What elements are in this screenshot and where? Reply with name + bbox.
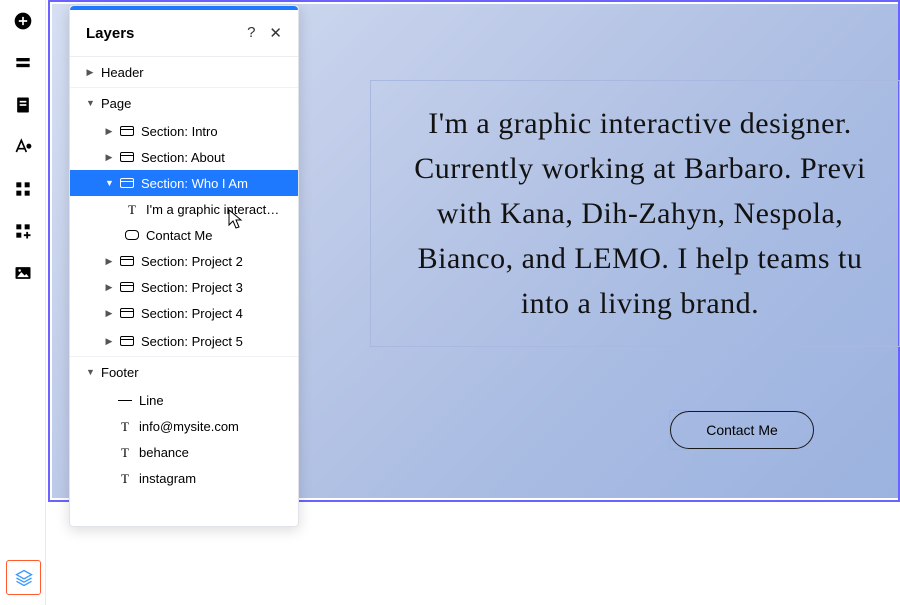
layer-footer-section[interactable]: ▼Footer xyxy=(70,357,298,387)
button-icon xyxy=(125,230,139,240)
layer-item-instagram[interactable]: Tinstagram xyxy=(70,465,298,491)
layer-item-behance[interactable]: Tbehance xyxy=(70,439,298,465)
panel-header: Layers ? ✕ xyxy=(70,10,298,57)
apps-tool-icon[interactable] xyxy=(0,168,45,210)
text-icon: T xyxy=(118,419,132,433)
caret-right-icon: ▶ xyxy=(86,67,94,78)
layer-item-whoiam-text[interactable]: TI'm a graphic interact… xyxy=(70,196,298,222)
section-tool-icon[interactable] xyxy=(0,42,45,84)
left-toolbar xyxy=(0,0,46,605)
layer-header-section[interactable]: ▶Header xyxy=(70,57,298,88)
section-icon xyxy=(120,178,134,188)
text-icon: T xyxy=(118,471,132,485)
hero-text: I'm a graphic interactive designer. Curr… xyxy=(414,101,866,326)
caret-right-icon: ▶ xyxy=(105,152,113,163)
layer-item-project4[interactable]: ▶Section: Project 4 xyxy=(70,300,298,326)
contact-button-selection: Contact Me xyxy=(669,410,815,450)
caret-down-icon: ▼ xyxy=(86,367,94,377)
page-tool-icon[interactable] xyxy=(0,84,45,126)
contact-me-button[interactable]: Contact Me xyxy=(670,411,814,449)
caret-right-icon: ▶ xyxy=(105,336,113,347)
layer-item-project3[interactable]: ▶Section: Project 3 xyxy=(70,274,298,300)
section-icon xyxy=(120,126,134,136)
caret-right-icon: ▶ xyxy=(105,126,113,137)
section-icon xyxy=(120,256,134,266)
caret-down-icon: ▼ xyxy=(86,98,94,108)
layers-panel[interactable]: Layers ? ✕ ▶Header ▼Page ▶Section: Intro… xyxy=(69,5,299,527)
text-icon: T xyxy=(125,202,139,216)
caret-right-icon: ▶ xyxy=(105,282,113,293)
line-icon xyxy=(118,400,132,401)
help-icon[interactable]: ? xyxy=(247,24,255,42)
layer-item-email[interactable]: Tinfo@mysite.com xyxy=(70,413,298,439)
layer-item-intro[interactable]: ▶Section: Intro xyxy=(70,118,298,144)
section-icon xyxy=(120,152,134,162)
layers-toggle-button[interactable] xyxy=(6,560,41,595)
section-icon xyxy=(120,282,134,292)
layer-page-section[interactable]: ▼Page xyxy=(70,88,298,118)
theme-tool-icon[interactable] xyxy=(0,126,45,168)
media-tool-icon[interactable] xyxy=(0,252,45,294)
layer-item-project5[interactable]: ▶Section: Project 5 xyxy=(70,326,298,357)
caret-down-icon: ▼ xyxy=(105,178,113,188)
close-icon[interactable]: ✕ xyxy=(269,24,282,42)
panel-title: Layers xyxy=(86,25,134,42)
plugins-tool-icon[interactable] xyxy=(0,210,45,252)
add-icon[interactable] xyxy=(0,0,45,42)
layer-item-project2[interactable]: ▶Section: Project 2 xyxy=(70,248,298,274)
caret-right-icon: ▶ xyxy=(105,256,113,267)
layer-item-about[interactable]: ▶Section: About xyxy=(70,144,298,170)
layer-item-whoiam-button[interactable]: Contact Me xyxy=(70,222,298,248)
caret-right-icon: ▶ xyxy=(105,308,113,319)
text-icon: T xyxy=(118,445,132,459)
hero-text-box[interactable]: I'm a graphic interactive designer. Curr… xyxy=(370,80,900,347)
section-icon xyxy=(120,308,134,318)
layer-item-line[interactable]: Line xyxy=(70,387,298,413)
panel-body: ▶Header ▼Page ▶Section: Intro ▶Section: … xyxy=(70,57,298,491)
layer-item-whoiam[interactable]: ▼Section: Who I Am xyxy=(70,170,298,196)
section-icon xyxy=(120,336,134,346)
